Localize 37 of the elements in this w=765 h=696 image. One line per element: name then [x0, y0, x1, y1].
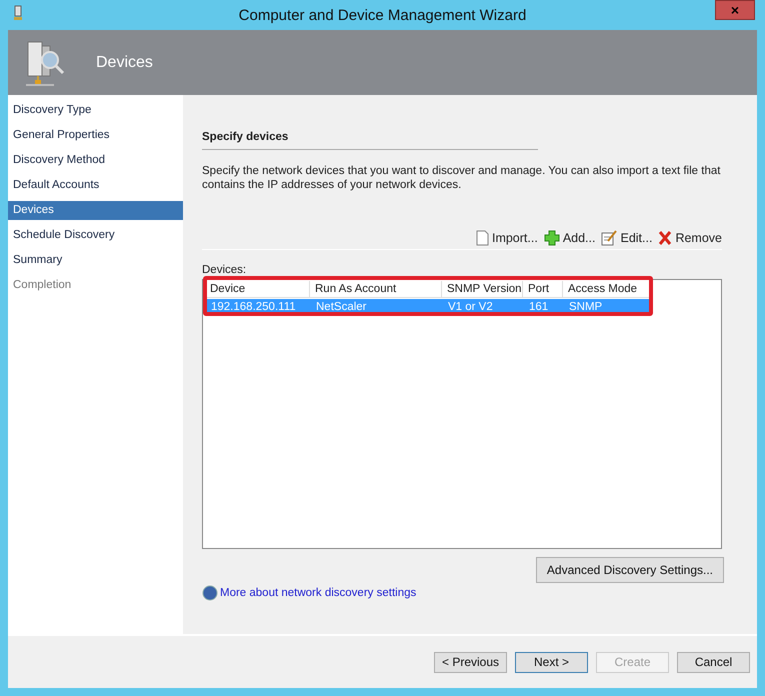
table-cell-text: 192.168.250.111: [210, 300, 297, 315]
import-button[interactable]: Import...: [476, 230, 538, 246]
wizard-step[interactable]: Discovery Method: [8, 151, 183, 170]
column-header[interactable]: Port: [523, 281, 563, 298]
close-button[interactable]: ×: [715, 0, 755, 20]
column-header[interactable]: Device: [205, 281, 310, 298]
wizard-step[interactable]: Devices: [8, 201, 183, 220]
table-cell-text: V1 or V2: [447, 300, 494, 315]
devices-label: Devices:: [202, 264, 248, 276]
edit-icon: [601, 230, 618, 246]
wizard-button[interactable]: Next >: [515, 652, 588, 672]
advanced-settings-button[interactable]: Advanced Discovery Settings...: [536, 557, 724, 583]
wizard-step[interactable]: Default Accounts: [8, 176, 183, 195]
section-title: Specify devices: [202, 131, 538, 150]
column-header[interactable]: SNMP Version: [442, 281, 523, 298]
column-header[interactable]: Access Mode: [563, 281, 651, 298]
plus-icon: [544, 230, 560, 246]
add-button[interactable]: Add...: [544, 230, 596, 246]
delete-icon: [658, 230, 672, 246]
page-title: Devices: [96, 54, 153, 72]
wizard-button[interactable]: Cancel: [677, 652, 750, 672]
wizard-step[interactable]: Summary: [8, 251, 183, 270]
table-cell-text: SNMP: [568, 300, 604, 315]
help-link[interactable]: More about network discovery settings: [220, 587, 416, 599]
window-title: Computer and Device Management Wizard: [238, 6, 528, 24]
wizard-button[interactable]: < Previous: [434, 652, 507, 672]
document-icon: [476, 230, 489, 246]
wizard-icon: [12, 5, 24, 21]
remove-button[interactable]: Remove: [658, 230, 722, 246]
edit-button[interactable]: Edit...: [601, 230, 652, 246]
wizard-step[interactable]: Discovery Type: [8, 101, 183, 120]
column-header[interactable]: Run As Account: [310, 281, 442, 298]
wizard-step[interactable]: General Properties: [8, 126, 183, 145]
section-description: Specify the network devices that you want to discover and manage. You can also import a text file that contains the IP addresses of your network devices.: [202, 164, 722, 192]
wizard-step[interactable]: Schedule Discovery: [8, 226, 183, 245]
table-cell-text: NetScaler: [315, 300, 368, 315]
table-cell-text: 161: [528, 300, 550, 315]
